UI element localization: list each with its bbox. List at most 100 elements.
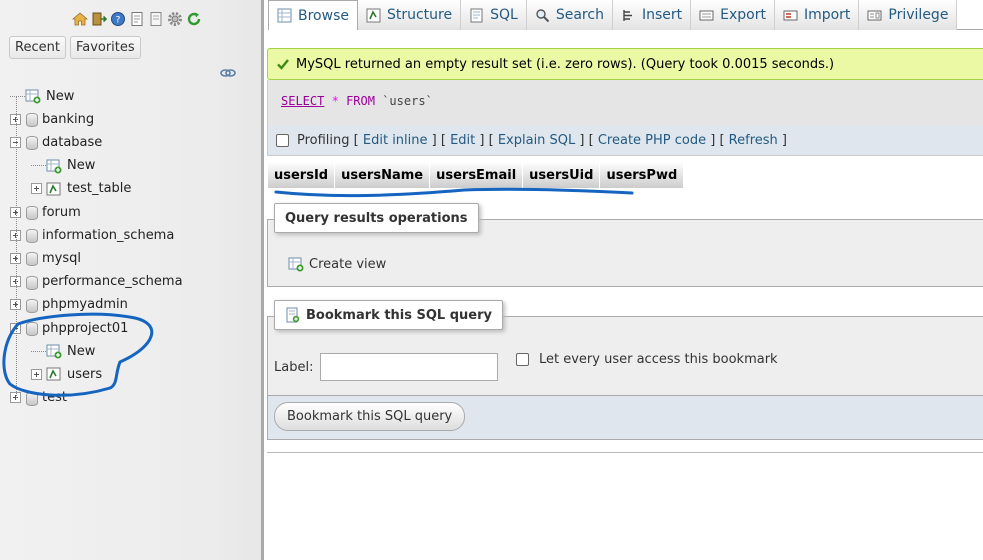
bookmark-icon xyxy=(286,307,300,323)
tree-item-test[interactable]: test xyxy=(10,388,67,408)
tree-connector xyxy=(31,165,46,167)
column-header-usersName[interactable]: usersName xyxy=(335,162,431,188)
bookmark-title: Bookmark this SQL query xyxy=(306,307,492,323)
new-table-icon xyxy=(46,159,62,174)
tree-item-phpproject01[interactable]: phpproject01 xyxy=(10,318,128,338)
create-view-icon xyxy=(288,257,304,272)
edit-link[interactable]: Edit xyxy=(450,133,475,148)
bracket-sep-2: ] [ xyxy=(479,133,494,148)
tab-privileges-label: Privilege xyxy=(888,7,949,23)
database-icon xyxy=(25,321,38,336)
create-view-link[interactable]: Create view xyxy=(288,256,386,272)
bookmark-submit-button[interactable]: Bookmark this SQL query xyxy=(274,402,466,431)
sql-query-box: SELECT * FROM `users` xyxy=(267,80,983,126)
column-header-usersUid[interactable]: usersUid xyxy=(523,162,601,188)
nav-tabs: Recent Favorites xyxy=(9,36,141,59)
database-icon xyxy=(25,275,38,290)
tree-item-new[interactable]: New xyxy=(10,86,74,106)
tree-item-label: phpmyadmin xyxy=(42,297,128,313)
edit-inline-link[interactable]: Edit inline xyxy=(363,133,428,148)
bracket-open: [ xyxy=(353,133,359,148)
tab-privileges[interactable]: Privilege xyxy=(859,0,958,30)
sql-table-name: `users` xyxy=(382,94,433,108)
tree-item-test-table[interactable]: test_table xyxy=(31,179,131,199)
bookmark-share-checkbox[interactable] xyxy=(516,353,529,366)
export-icon xyxy=(699,10,714,20)
tab-structure[interactable]: Structure xyxy=(357,0,462,30)
tab-sql[interactable]: SQL xyxy=(461,0,527,30)
divider xyxy=(267,452,983,453)
help-icon[interactable]: ? xyxy=(110,11,126,27)
new-table-icon xyxy=(46,344,62,359)
explain-sql-link[interactable]: Explain SQL xyxy=(498,133,575,148)
insert-icon xyxy=(623,9,632,21)
tree-connector xyxy=(31,350,46,352)
tree-item-users[interactable]: users xyxy=(31,364,102,384)
tree-item-banking[interactable]: banking xyxy=(10,109,94,129)
profiling-checkbox[interactable] xyxy=(276,134,289,147)
tree-item-performance-schema[interactable]: performance_schema xyxy=(10,272,183,292)
query-results-operations-legend: Query results operations xyxy=(274,203,479,233)
home-icon[interactable] xyxy=(72,11,88,27)
tab-import[interactable]: Import xyxy=(774,0,860,30)
success-check-icon xyxy=(277,59,289,70)
reload-icon[interactable] xyxy=(186,11,202,27)
tree-item-phpmyadmin[interactable]: phpmyadmin xyxy=(10,295,128,315)
create-php-code-link[interactable]: Create PHP code xyxy=(598,133,706,148)
import-icon xyxy=(783,10,798,20)
column-header-usersPwd[interactable]: usersPwd xyxy=(600,162,685,188)
bookmark-legend: Bookmark this SQL query xyxy=(274,300,503,330)
refresh-link[interactable]: Refresh xyxy=(729,133,778,148)
link-with-main-panel-icon[interactable] xyxy=(220,66,236,80)
main-panel: Browse Structure SQL Search Insert Expor… xyxy=(264,0,983,560)
tab-browse[interactable]: Browse xyxy=(268,0,358,30)
tab-import-label: Import xyxy=(803,7,851,23)
tree-line xyxy=(16,96,17,398)
table-icon xyxy=(46,182,61,196)
column-header-usersEmail[interactable]: usersEmail xyxy=(430,162,524,188)
favorites-tab[interactable]: Favorites xyxy=(69,36,141,59)
tree-item-label: New xyxy=(67,158,96,174)
tree-item-information-schema[interactable]: information_schema xyxy=(10,225,174,245)
docs-icon[interactable] xyxy=(129,11,145,27)
expand-icon[interactable] xyxy=(31,183,42,195)
bracket-sep-1: ] [ xyxy=(431,133,446,148)
search-icon xyxy=(536,8,550,22)
expand-icon[interactable] xyxy=(31,368,42,380)
recent-tab[interactable]: Recent xyxy=(9,36,66,59)
tree-item-new[interactable]: New xyxy=(31,341,95,361)
tab-export-label: Export xyxy=(720,7,766,23)
column-header-usersId[interactable]: usersId xyxy=(268,162,336,188)
tree-item-label: forum xyxy=(42,204,81,220)
database-icon xyxy=(25,135,38,151)
navigation-panel: ? Recent Favorites New banking database New… xyxy=(0,0,261,560)
tab-browse-label: Browse xyxy=(298,7,349,24)
sql-keyword-select[interactable]: SELECT xyxy=(281,94,324,108)
tab-search[interactable]: Search xyxy=(526,0,613,30)
success-message-text: MySQL returned an empty result set (i.e.… xyxy=(296,56,835,72)
sql-query-code[interactable]: SELECT * FROM `users` xyxy=(281,94,433,108)
tree-item-mysql[interactable]: mysql xyxy=(10,248,81,268)
sql-docs-icon[interactable] xyxy=(148,11,164,27)
svg-text:?: ? xyxy=(116,16,121,26)
tab-insert[interactable]: Insert xyxy=(612,0,692,30)
tree-item-database[interactable]: database xyxy=(10,132,102,152)
database-icon xyxy=(25,298,38,313)
tree-item-label: banking xyxy=(42,111,95,127)
tab-export[interactable]: Export xyxy=(691,0,775,30)
database-icon xyxy=(25,391,38,406)
tree-item-forum[interactable]: forum xyxy=(10,202,81,222)
tree-item-new[interactable]: New xyxy=(31,156,95,176)
bookmark-label-text: Label: xyxy=(274,360,314,375)
database-icon xyxy=(25,251,38,267)
browse-icon xyxy=(277,8,292,23)
bookmark-label-input[interactable] xyxy=(320,353,498,381)
exit-icon[interactable] xyxy=(91,11,107,27)
tree-connector xyxy=(10,95,25,97)
tree-item-label: users xyxy=(67,366,103,382)
bracket-sep-4: ] [ xyxy=(710,133,725,148)
result-column-headers: usersId usersName usersEmail usersUid us… xyxy=(268,162,685,188)
database-icon xyxy=(25,112,38,128)
tree-item-label: New xyxy=(46,88,75,104)
settings-icon[interactable] xyxy=(167,11,183,27)
